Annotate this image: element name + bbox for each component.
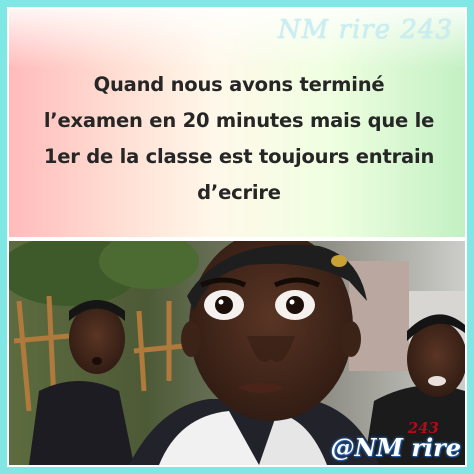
meme-frame: NM rire 243 Quand nous avons terminé l’e… <box>0 0 474 474</box>
caption-line: d’ecrire <box>197 181 281 204</box>
caption-line: 1er de la classe est toujours entrain <box>43 145 435 168</box>
caption-line: l’examen en 20 minutes mais que le <box>43 109 435 132</box>
meme-caption: Quand nous avons terminé l’examen en 20 … <box>35 67 443 211</box>
watermark-bottom: 243 @NM rire <box>330 421 461 461</box>
watermark-handle: @NM rire <box>330 433 461 462</box>
caption-line: Quand nous avons terminé <box>93 73 385 96</box>
watermark-top: NM rire 243 <box>277 15 453 45</box>
